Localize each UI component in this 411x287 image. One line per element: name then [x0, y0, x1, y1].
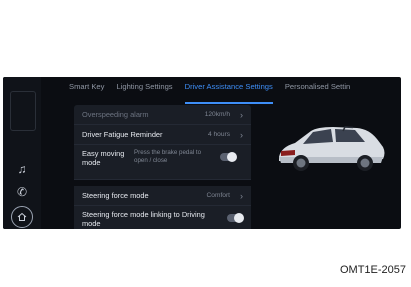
music-icon[interactable]: ♫	[13, 161, 31, 177]
figure-code: OMT1E-2057	[339, 264, 406, 276]
tab-lighting-settings[interactable]: Lighting Settings	[110, 80, 178, 100]
home-icon	[17, 212, 27, 221]
row-label: Driver Fatigue Reminder	[82, 130, 163, 139]
chevron-right-icon: ›	[240, 190, 243, 201]
steering-force-row[interactable]: Steering force mode Comfort ›	[74, 186, 251, 206]
row-hint: Press the brake pedal to open / close	[134, 149, 202, 164]
settings-panel: Overspeeding alarm 120km/h › Driver Fati…	[74, 105, 251, 229]
driver-fatigue-row[interactable]: Driver Fatigue Reminder 4 hours ›	[74, 125, 251, 145]
steering-link-toggle[interactable]	[227, 213, 244, 223]
row-value: 4 hours	[208, 131, 230, 138]
steering-link-row: Steering force mode linking to Driving m…	[74, 206, 251, 229]
vehicle-illustration	[279, 126, 385, 171]
home-button[interactable]	[11, 206, 33, 228]
row-label: Steering force mode linking to Driving m…	[82, 210, 205, 228]
tab-smart-key[interactable]: Smart Key	[69, 80, 110, 100]
tab-driver-assistance-settings[interactable]: Driver Assistance Settings	[179, 80, 279, 104]
overspeeding-alarm-row[interactable]: Overspeeding alarm 120km/h ›	[74, 105, 251, 125]
row-label: Steering force mode	[82, 191, 149, 200]
tab-personalised-settings[interactable]: Personalised Settin	[279, 80, 356, 100]
chevron-right-icon: ›	[240, 129, 243, 140]
row-value: 120km/h	[204, 111, 230, 118]
row-value: Comfort	[206, 192, 230, 199]
row-label: Overspeeding alarm	[82, 110, 149, 119]
phone-icon[interactable]: ✆	[13, 184, 31, 200]
row-label: Easy moving mode	[82, 149, 125, 167]
rail-widget	[10, 91, 36, 131]
easy-moving-row: Easy moving mode Press the brake pedal t…	[74, 145, 251, 180]
infotainment-screen: ♫ ✆ Smart Key Lighting Settings Driver A…	[3, 77, 401, 229]
left-rail: ♫ ✆	[3, 77, 41, 229]
chevron-right-icon: ›	[240, 109, 243, 120]
settings-tabs: Smart Key Lighting Settings Driver Assis…	[69, 80, 356, 104]
easy-moving-toggle[interactable]	[220, 152, 237, 162]
